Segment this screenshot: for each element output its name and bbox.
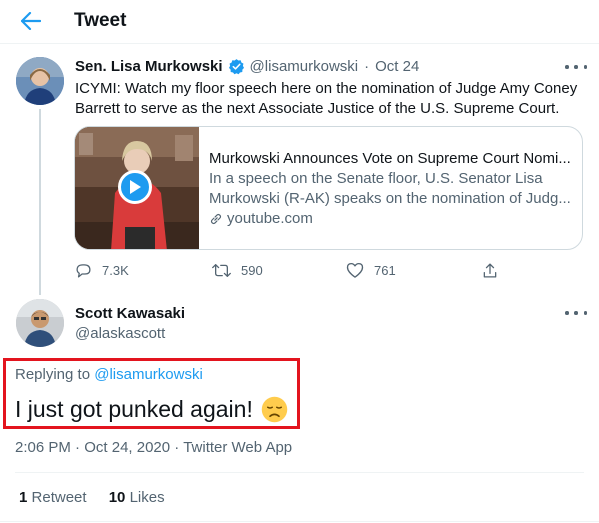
tweet-source[interactable]: Twitter Web App — [183, 439, 292, 456]
replying-to-link[interactable]: @lisamurkowski — [94, 366, 203, 383]
like-button[interactable]: 761 — [346, 262, 396, 278]
link-preview-card[interactable]: Murkowski Announces Vote on Supreme Cour… — [74, 126, 583, 250]
card-title: Murkowski Announces Vote on Supreme Cour… — [209, 150, 571, 167]
verified-badge-icon — [228, 59, 244, 75]
dot-icon — [565, 65, 569, 69]
tweet-time[interactable]: 2:06 PM — [15, 439, 71, 456]
dot-icon — [583, 311, 587, 315]
play-icon — [130, 180, 141, 194]
avatar-kawasaki[interactable] — [16, 299, 64, 347]
dot-icon — [583, 65, 587, 69]
back-button[interactable] — [14, 6, 48, 36]
avatar-murkowski[interactable] — [16, 57, 64, 105]
thread-connector — [39, 109, 41, 295]
author-handle[interactable]: @lisamurkowski — [250, 58, 359, 75]
reply-text: I just got punked again! — [15, 396, 288, 423]
author-handle[interactable]: @alaskascott — [75, 325, 165, 342]
likes-stat[interactable]: 10 Likes — [109, 489, 165, 506]
tweet-header: Sen. Lisa Murkowski @lisamurkowski · Oct… — [75, 58, 419, 75]
heart-icon — [346, 262, 364, 278]
tweet-meta: 2:06 PM · Oct 24, 2020 · Twitter Web App — [15, 439, 293, 456]
disappointed-face-icon — [261, 396, 288, 423]
more-options-button[interactable] — [565, 306, 587, 320]
header-bar: Tweet — [0, 0, 599, 44]
reply-icon — [76, 264, 91, 278]
divider — [0, 521, 599, 522]
page-title: Tweet — [74, 10, 127, 31]
retweets-stat[interactable]: 1 Retweet — [19, 489, 87, 506]
author-name[interactable]: Sen. Lisa Murkowski — [75, 58, 223, 75]
card-text: Murkowski Announces Vote on Supreme Cour… — [209, 149, 577, 229]
author-name[interactable]: Scott Kawasaki — [75, 305, 185, 322]
link-icon — [210, 213, 222, 225]
retweet-button[interactable]: 590 — [212, 262, 263, 279]
share-button[interactable] — [482, 262, 508, 279]
play-button[interactable] — [118, 170, 152, 204]
retweet-icon — [212, 263, 231, 278]
card-description: In a speech on the Senate floor, U.S. Se… — [209, 170, 571, 207]
video-thumbnail — [75, 127, 199, 249]
tweet-full-date[interactable]: Oct 24, 2020 — [84, 439, 170, 456]
dot-icon — [574, 311, 578, 315]
arrow-left-icon — [21, 12, 41, 30]
separator-dot: · — [364, 58, 370, 75]
tweet-date[interactable]: Oct 24 — [375, 58, 419, 75]
engagement-stats: 1 Retweet 10 Likes — [19, 489, 183, 506]
dot-icon — [574, 65, 578, 69]
more-options-button[interactable] — [565, 60, 587, 74]
dot-icon — [565, 311, 569, 315]
card-domain: youtube.com — [209, 209, 577, 229]
tweet-text: ICYMI: Watch my floor speech here on the… — [75, 80, 578, 117]
reply-button[interactable]: 7.3K — [75, 262, 129, 279]
share-icon — [483, 263, 497, 278]
replying-to: Replying to @lisamurkowski — [15, 366, 203, 383]
divider — [15, 472, 584, 473]
tweet-actions: 7.3K 590 761 — [75, 262, 505, 280]
